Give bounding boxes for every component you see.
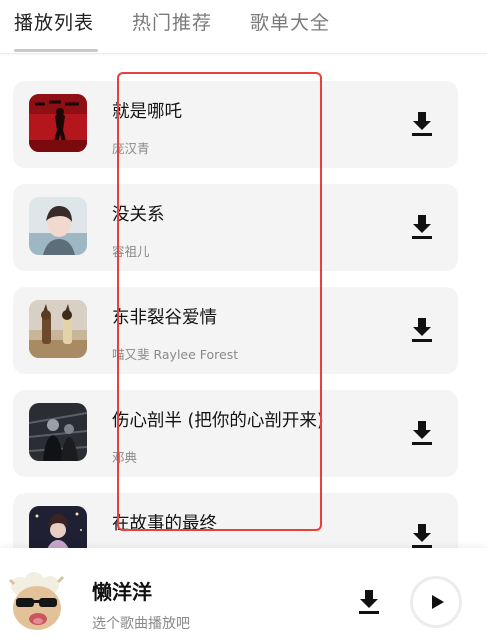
song-item[interactable]: 就是哪吒 庞汉青 [13, 81, 458, 168]
now-playing-title: 懒洋洋 [92, 580, 152, 604]
song-item[interactable]: 没关系 容祖儿 [13, 184, 458, 271]
song-artist: 容祖儿 [112, 244, 150, 259]
tab-hot-recommend[interactable]: 热门推荐 [132, 8, 212, 35]
play-button[interactable] [410, 576, 462, 628]
song-artist: 喵又斐 Raylee Forest [112, 347, 239, 362]
download-icon[interactable] [409, 522, 435, 548]
album-cover-desert-icon [29, 300, 87, 358]
album-cover-portrait-icon [29, 197, 87, 255]
download-icon[interactable] [409, 213, 435, 241]
tab-playlist[interactable]: 播放列表 [14, 8, 94, 35]
song-list[interactable]: 就是哪吒 庞汉青 没关系 容祖儿 东非裂谷爱情 喵又斐 Raylee Fores… [0, 54, 487, 548]
song-title: 东非裂谷爱情 [112, 308, 217, 328]
download-icon[interactable] [409, 316, 435, 344]
album-cover-dark-icon [29, 403, 87, 461]
album-cover-night-icon [29, 506, 87, 548]
download-icon[interactable] [409, 419, 435, 447]
song-item[interactable]: 伤心剖半 (把你的心剖开来) 邓典 [13, 390, 458, 477]
song-artist: 庞汉青 [112, 141, 150, 156]
download-icon[interactable] [356, 588, 382, 616]
tab-bar: 播放列表 热门推荐 歌单大全 [0, 0, 487, 54]
download-icon[interactable] [409, 110, 435, 138]
song-title: 在故事的最终 [112, 514, 217, 534]
song-artist: 邓典 [112, 450, 138, 465]
now-playing-hint: 选个歌曲播放吧 [92, 616, 190, 632]
tab-song-lists[interactable]: 歌单大全 [250, 8, 330, 35]
song-title: 就是哪吒 [112, 102, 182, 122]
player-bar: 懒洋洋 选个歌曲播放吧 [0, 548, 487, 642]
song-item[interactable]: 在故事的最终 [13, 493, 458, 548]
sheep-avatar-icon[interactable] [6, 570, 68, 634]
album-cover-red-icon [29, 94, 87, 152]
play-icon [432, 595, 444, 609]
active-tab-indicator [14, 49, 98, 52]
song-title: 没关系 [112, 205, 165, 225]
song-title: 伤心剖半 (把你的心剖开来) [112, 411, 324, 431]
song-item[interactable]: 东非裂谷爱情 喵又斐 Raylee Forest [13, 287, 458, 374]
